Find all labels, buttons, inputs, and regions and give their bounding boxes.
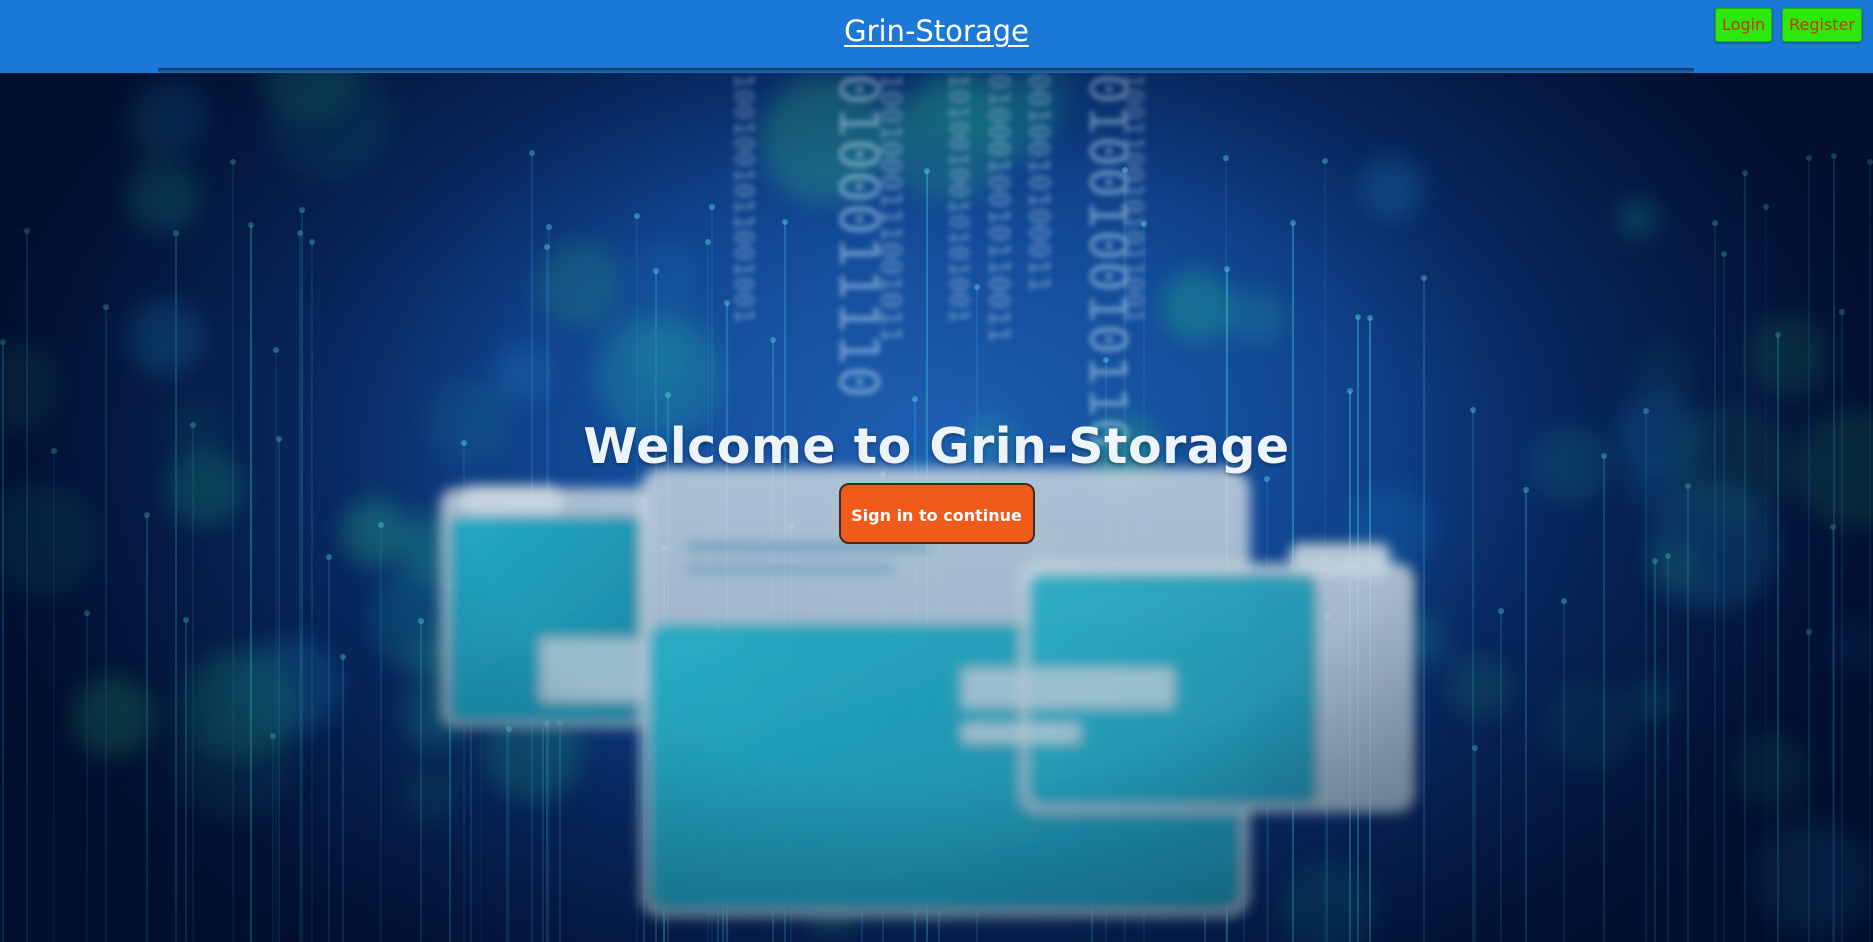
binary-column: 0100010010110011 <box>983 73 1016 343</box>
binary-column: 1010010010101001 <box>943 73 973 323</box>
binary-column: 1001100101011001 <box>1118 73 1148 323</box>
top-navigation-bar: Grin-Storage Login Register <box>0 0 1873 73</box>
sign-in-button[interactable]: Sign in to continue <box>838 483 1035 544</box>
login-button[interactable]: Login <box>1714 8 1773 42</box>
binary-column: 0010010100011 <box>1023 73 1056 292</box>
hero-title: Welcome to Grin-Storage <box>583 418 1290 475</box>
binary-column: 1001001011001001 <box>728 73 758 323</box>
hero-section: Welcome to Grin-Storage Sign in to conti… <box>0 418 1873 544</box>
brand-logo-link[interactable]: Grin-Storage <box>0 14 1873 48</box>
landing-page: 1001001011001001 0100011110 10010001110010… <box>0 0 1873 942</box>
header-shadow <box>158 68 1694 74</box>
register-button[interactable]: Register <box>1782 8 1862 42</box>
binary-column: 1001000111001011 <box>875 73 908 343</box>
auth-buttons: Login Register <box>1714 8 1862 42</box>
